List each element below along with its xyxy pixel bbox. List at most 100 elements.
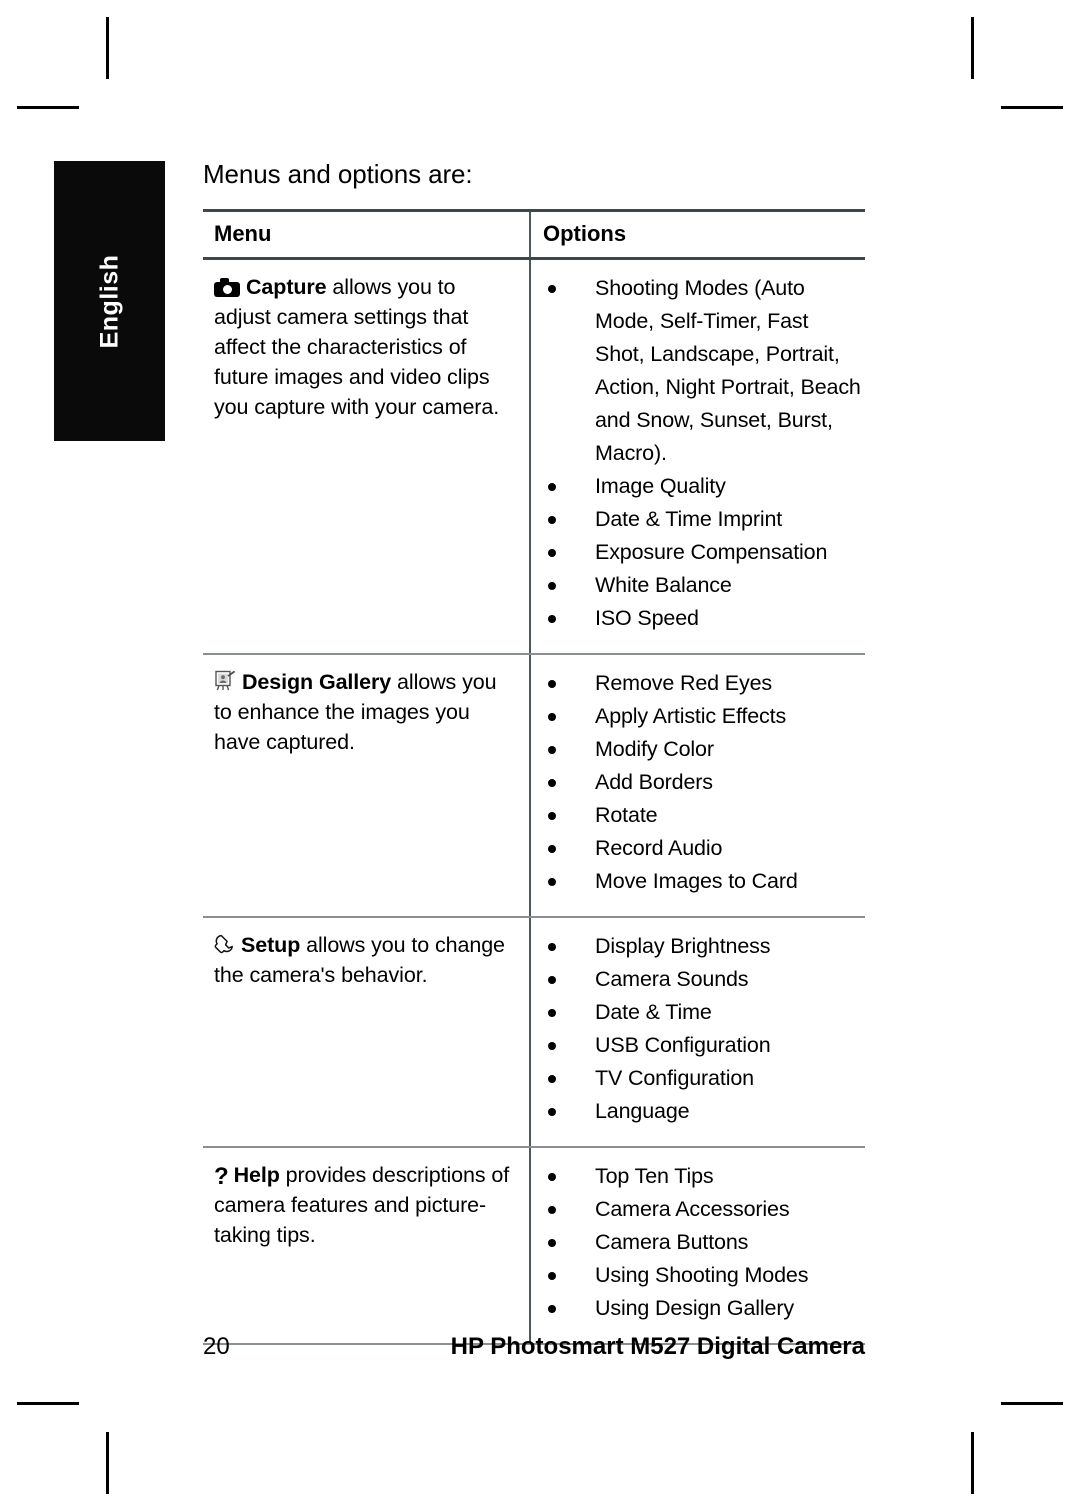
option-label: White Balance — [595, 573, 732, 597]
question-mark-icon: ? — [214, 1163, 229, 1190]
list-item: Using Design Gallery — [543, 1292, 861, 1325]
option-label: Date & Time Imprint — [595, 507, 783, 531]
option-label: Shooting Modes (Auto Mode, Self-Timer, F… — [595, 276, 861, 465]
table-row: ? Help provides descriptions of camera fe… — [203, 1147, 865, 1345]
bullet-icon — [548, 976, 556, 984]
table-row: Capture allows you to adjust camera sett… — [203, 258, 865, 655]
option-label: Apply Artistic Effects — [595, 704, 787, 728]
bullet-icon — [548, 1173, 556, 1181]
bullet-icon — [548, 1305, 556, 1313]
list-item: Add Borders — [543, 766, 861, 799]
option-label: Record Audio — [595, 836, 723, 860]
menu-cell-help: ? Help provides descriptions of camera fe… — [203, 1147, 531, 1345]
options-list: Display Brightness Camera Sounds Date & … — [543, 930, 861, 1128]
bullet-icon — [548, 1009, 556, 1017]
bullet-icon — [548, 1272, 556, 1280]
crop-mark-top-left-horizontal — [17, 106, 79, 109]
list-item: Camera Sounds — [543, 963, 861, 996]
menu-name: Help — [233, 1163, 280, 1187]
crop-mark-bottom-left-horizontal — [17, 1402, 79, 1405]
crop-mark-bottom-left-vertical — [106, 1432, 109, 1494]
menu-name: Setup — [241, 933, 301, 957]
document-title: HP Photosmart M527 Digital Camera — [450, 1333, 865, 1360]
bullet-icon — [548, 582, 556, 590]
list-item: Modify Color — [543, 733, 861, 766]
list-item: Using Shooting Modes — [543, 1259, 861, 1292]
bullet-icon — [548, 1042, 556, 1050]
option-label: Date & Time — [595, 1000, 712, 1024]
list-item: Date & Time Imprint — [543, 503, 861, 536]
options-cell-setup: Display Brightness Camera Sounds Date & … — [530, 917, 865, 1148]
design-gallery-icon — [214, 670, 236, 692]
page-number: 20 — [203, 1333, 230, 1360]
menu-description: Design Gallery allows you to enhance the… — [214, 667, 513, 757]
list-item: Move Images to Card — [543, 865, 861, 898]
options-cell-capture: Shooting Modes (Auto Mode, Self-Timer, F… — [530, 258, 865, 655]
list-item: Exposure Compensation — [543, 536, 861, 569]
list-item: TV Configuration — [543, 1062, 861, 1095]
bullet-icon — [548, 878, 556, 886]
option-label: Exposure Compensation — [595, 540, 828, 564]
option-label: Camera Sounds — [595, 967, 749, 991]
list-item: White Balance — [543, 569, 861, 602]
menu-options-table: Menu Options Capture allows you to adjus… — [203, 209, 865, 1345]
bullet-icon — [548, 680, 556, 688]
option-label: Image Quality — [595, 474, 726, 498]
option-label: Using Shooting Modes — [595, 1263, 809, 1287]
list-item: Record Audio — [543, 832, 861, 865]
crop-mark-bottom-right-horizontal — [1001, 1402, 1063, 1405]
bullet-icon — [548, 1206, 556, 1214]
menu-description: ? Help provides descriptions of camera fe… — [214, 1160, 513, 1250]
bullet-icon — [548, 1075, 556, 1083]
language-tab: English — [54, 161, 165, 441]
list-item: Image Quality — [543, 470, 861, 503]
crop-mark-bottom-right-vertical — [971, 1432, 974, 1494]
table-body: Capture allows you to adjust camera sett… — [203, 258, 865, 1345]
list-item: Shooting Modes (Auto Mode, Self-Timer, F… — [543, 272, 861, 470]
menu-cell-capture: Capture allows you to adjust camera sett… — [203, 258, 531, 655]
option-label: USB Configuration — [595, 1033, 771, 1057]
list-item: Language — [543, 1095, 861, 1128]
table-row: Design Gallery allows you to enhance the… — [203, 654, 865, 918]
option-label: Remove Red Eyes — [595, 671, 772, 695]
list-item: Date & Time — [543, 996, 861, 1029]
table-header-row: Menu Options — [203, 209, 865, 260]
option-label: Using Design Gallery — [595, 1296, 794, 1320]
option-label: Display Brightness — [595, 934, 771, 958]
option-label: Move Images to Card — [595, 869, 798, 893]
menu-name: Capture — [246, 275, 327, 299]
list-item: Apply Artistic Effects — [543, 700, 861, 733]
list-item: Rotate — [543, 799, 861, 832]
column-header-options: Options — [530, 209, 865, 260]
camera-icon — [214, 278, 240, 297]
table-header: Menu Options — [203, 209, 865, 260]
list-item: Display Brightness — [543, 930, 861, 963]
options-list: Shooting Modes (Auto Mode, Self-Timer, F… — [543, 272, 861, 635]
bullet-icon — [548, 549, 556, 557]
list-item: Top Ten Tips — [543, 1160, 861, 1193]
page-footer: 20 HP Photosmart M527 Digital Camera — [203, 1332, 865, 1366]
options-list: Top Ten Tips Camera Accessories Camera B… — [543, 1160, 861, 1325]
bullet-icon — [548, 285, 556, 293]
list-item: USB Configuration — [543, 1029, 861, 1062]
list-item: Camera Accessories — [543, 1193, 861, 1226]
bullet-icon — [548, 1239, 556, 1247]
list-item: ISO Speed — [543, 602, 861, 635]
bullet-icon — [548, 812, 556, 820]
option-label: Add Borders — [595, 770, 713, 794]
bullet-icon — [548, 615, 556, 623]
options-cell-help: Top Ten Tips Camera Accessories Camera B… — [530, 1147, 865, 1345]
language-tab-label: English — [94, 254, 123, 348]
intro-text: Menus and options are: — [203, 159, 473, 189]
crop-mark-top-left-vertical — [106, 17, 109, 79]
list-item: Remove Red Eyes — [543, 667, 861, 700]
bullet-icon — [548, 943, 556, 951]
menu-cell-setup: Setup allows you to change the camera's … — [203, 917, 531, 1148]
bullet-icon — [548, 746, 556, 754]
bullet-icon — [548, 1108, 556, 1116]
option-label: Camera Buttons — [595, 1230, 749, 1254]
crop-mark-top-right-horizontal — [1001, 106, 1063, 109]
list-item: Camera Buttons — [543, 1226, 861, 1259]
option-label: Camera Accessories — [595, 1197, 790, 1221]
bullet-icon — [548, 713, 556, 721]
